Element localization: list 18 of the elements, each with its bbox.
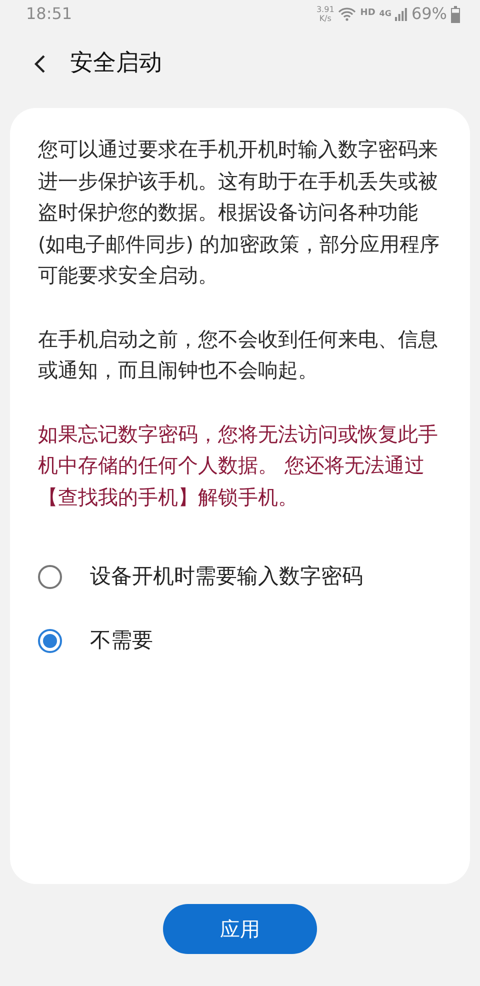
description-text: 您可以通过要求在手机开机时输入数字密码来进一步保护该手机。这有助于在手机丢失或被盗时保护您的数据。根据设备访问各种功能 (如电子邮件同步) 的加密政策，部分应用程序可能要求安全启动。 — [38, 137, 441, 289]
radio-option[interactable]: 不需要 — [38, 609, 450, 673]
radio-option[interactable]: 设备开机时需要输入数字密码 — [38, 545, 450, 609]
battery-icon — [451, 6, 460, 22]
wifi-icon — [338, 7, 356, 21]
battery-percent: 69% — [411, 3, 447, 25]
network-label: 4G — [379, 8, 392, 20]
back-icon — [34, 54, 46, 74]
hd-label: HD — [360, 7, 376, 20]
clock: 18:51 — [26, 3, 72, 25]
radio-button[interactable] — [38, 629, 62, 653]
warning-text: 如果忘记数字密码，您将无法访问或恢复此手机中存储的任何个人数据。 您还将无法通过【查找我的手机】解锁手机。 — [38, 422, 439, 510]
radio-button[interactable] — [38, 565, 62, 589]
data-speed: 3.91 K/s — [316, 5, 334, 23]
description-text: 在手机启动之前，您不会收到任何来电、信息或通知，而且闹钟也不会响起。 — [38, 326, 439, 384]
signal-icon — [395, 8, 408, 20]
page-title: 安全启动 — [70, 48, 162, 78]
apply-button[interactable]: 应用 — [163, 904, 317, 954]
